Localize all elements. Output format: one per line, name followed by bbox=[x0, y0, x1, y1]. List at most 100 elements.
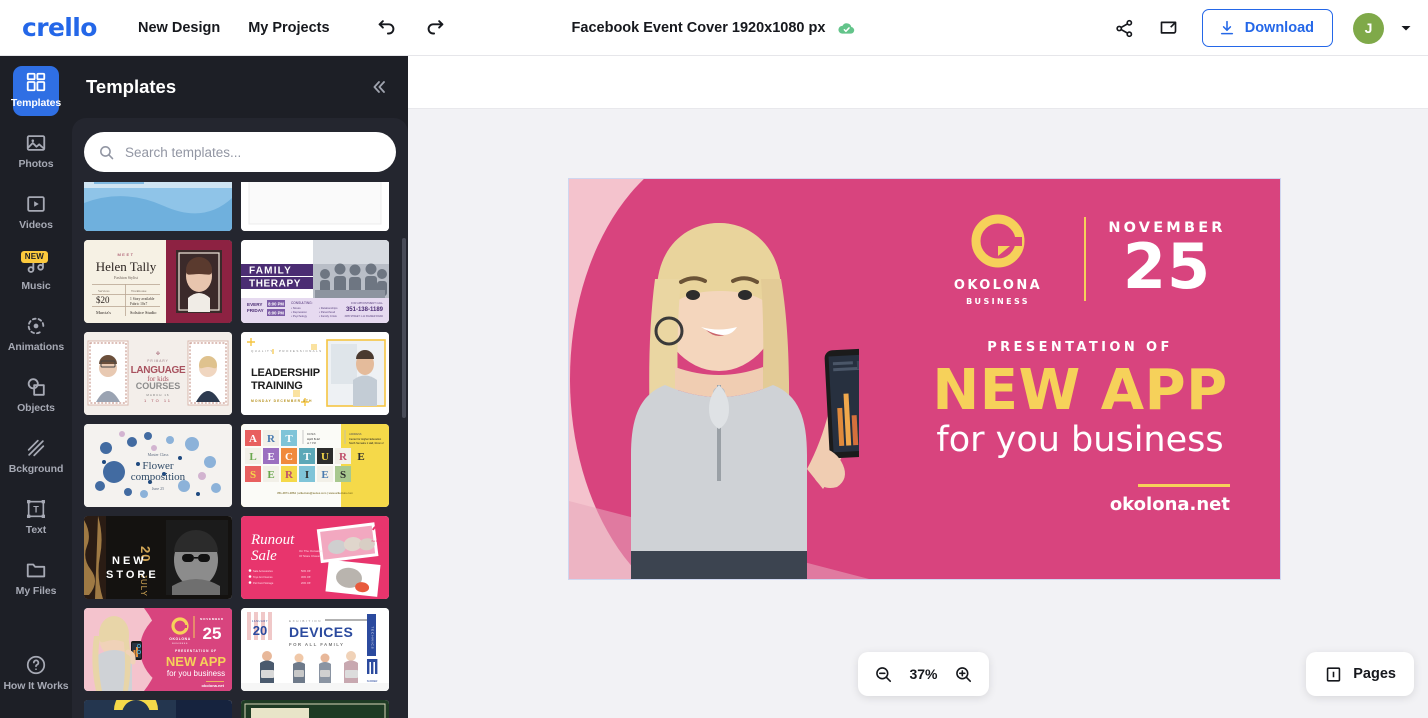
rail-item-text[interactable]: T Text bbox=[0, 487, 72, 548]
svg-text:✤: ✤ bbox=[156, 351, 160, 357]
svg-text:MARCH 16: MARCH 16 bbox=[146, 393, 169, 397]
redo-icon[interactable] bbox=[420, 13, 450, 43]
canvas-date-block: NOVEMBER 25 bbox=[1102, 220, 1232, 297]
present-frame-icon[interactable] bbox=[1154, 13, 1184, 43]
zoom-control: 37% bbox=[858, 652, 989, 696]
panel-body: MEET Helen Tally Fashion Stylist Service… bbox=[72, 118, 408, 718]
rail-label-templates: Templates bbox=[10, 97, 62, 110]
search-input[interactable] bbox=[125, 144, 382, 160]
nav-my-projects[interactable]: My Projects bbox=[248, 20, 329, 36]
crello-logo[interactable]: crello bbox=[22, 15, 97, 40]
svg-text:DEVICES: DEVICES bbox=[289, 624, 353, 640]
svg-text:20: 20 bbox=[253, 623, 267, 638]
chevron-down-icon[interactable] bbox=[1398, 20, 1414, 36]
svg-text:NOVEMBER: NOVEMBER bbox=[200, 617, 224, 621]
templates-scroll-area[interactable]: MEET Helen Tally Fashion Stylist Service… bbox=[72, 182, 408, 718]
rail-label-my-files: My Files bbox=[15, 585, 57, 598]
document-title[interactable]: Facebook Event Cover 1920x1080 px bbox=[572, 20, 826, 36]
svg-text:1 Story available: 1 Story available bbox=[130, 297, 155, 301]
template-card-blue-abstract[interactable] bbox=[84, 182, 232, 231]
template-card-family-therapy[interactable]: FAMILY THERAPY EVERY FRIDAY 8:00 PM 6:00… bbox=[241, 240, 389, 323]
pages-button[interactable]: Pages bbox=[1306, 652, 1414, 696]
template-card-new-store[interactable]: 20 JULY NEW STORE bbox=[84, 516, 232, 599]
svg-text:T: T bbox=[303, 451, 311, 463]
svg-text:6:00 PM: 6:00 PM bbox=[268, 311, 284, 316]
rail-label-videos: Videos bbox=[19, 219, 53, 232]
top-header: crello New Design My Projects Facebook E… bbox=[0, 0, 1428, 56]
svg-text:PRESENTATION OF: PRESENTATION OF bbox=[175, 649, 217, 653]
template-card-green-patricks[interactable]: GREEN MAR ✦ ✦ ✦ ✦ 17 THE LUCKIEST DAY OF… bbox=[241, 700, 389, 718]
template-card-language-courses[interactable]: ✤ PRIMARY LANGUAGE for kids COURSES MARC… bbox=[84, 332, 232, 415]
search-icon bbox=[98, 144, 115, 161]
svg-text:Master Class: Master Class bbox=[148, 452, 169, 457]
svg-text:351-138-1189: 351-138-1189 bbox=[346, 307, 384, 313]
double-chevron-left-icon[interactable] bbox=[368, 76, 390, 98]
svg-text:ADDRESS: ADDRESS bbox=[349, 432, 362, 436]
canvas-kicker: PRESENTATION OF bbox=[987, 340, 1173, 355]
template-card-best-event[interactable]: October - Salon 8:00 - 5:00 Appointment … bbox=[84, 700, 232, 718]
okolona-c-icon bbox=[971, 214, 1025, 268]
rail-label-objects: Objects bbox=[17, 402, 55, 415]
svg-text:TRAINING: TRAINING bbox=[251, 380, 303, 392]
rail-item-photos[interactable]: Photos bbox=[0, 121, 72, 182]
svg-text:25: 25 bbox=[203, 624, 222, 643]
svg-text:DATES: DATES bbox=[307, 432, 316, 436]
pages-icon bbox=[1324, 665, 1343, 684]
panel-scrollbar[interactable] bbox=[402, 238, 406, 418]
svg-text:E: E bbox=[357, 451, 364, 463]
share-icon[interactable] bbox=[1110, 13, 1140, 43]
svg-text:A: A bbox=[249, 433, 257, 445]
zoom-level: 37% bbox=[909, 666, 938, 682]
rail-item-templates[interactable]: Templates bbox=[0, 60, 72, 121]
canvas-text-column: OKOLONA BUSINESS NOVEMBER 25 PRESENTATIO… bbox=[902, 179, 1258, 579]
undo-icon[interactable] bbox=[372, 13, 402, 43]
svg-text:EVERY: EVERY bbox=[247, 302, 262, 307]
rail-item-videos[interactable]: Videos bbox=[0, 182, 72, 243]
template-card-art-lecture-series[interactable]: A R T L E C T U R E S E R I E S DATES Ap… bbox=[241, 424, 389, 507]
svg-text:Solstice Studio: Solstice Studio bbox=[130, 310, 157, 315]
svg-text:composition: composition bbox=[131, 471, 186, 483]
avatar[interactable]: J bbox=[1353, 12, 1384, 44]
svg-text:FOR ALL FAMILY: FOR ALL FAMILY bbox=[289, 642, 344, 647]
header-nav: New Design My Projects bbox=[138, 20, 330, 36]
search-box[interactable] bbox=[84, 132, 396, 172]
rail-item-music[interactable]: NEW Music bbox=[0, 243, 72, 304]
rail-label-music: Music bbox=[21, 280, 51, 293]
svg-text:CONSULTING:: CONSULTING: bbox=[291, 301, 313, 305]
rail-item-animations[interactable]: Animations bbox=[0, 304, 72, 365]
rail-item-how-it-works[interactable]: How It Works bbox=[0, 643, 72, 704]
download-button[interactable]: Download bbox=[1201, 9, 1333, 47]
rail-item-objects[interactable]: Objects bbox=[0, 365, 72, 426]
svg-text:$20: $20 bbox=[96, 295, 110, 305]
canvas-subheadline: for you business bbox=[936, 420, 1224, 460]
svg-text:QUALITY: QUALITY bbox=[251, 349, 274, 353]
svg-text:8:00 PM: 8:00 PM bbox=[268, 302, 284, 307]
template-card-runout-sale[interactable]: Runout Sale On The Occasion Of Store Clo… bbox=[241, 516, 389, 599]
svg-text:Fashion Stylist: Fashion Stylist bbox=[114, 275, 139, 280]
svg-text:R: R bbox=[285, 469, 294, 481]
svg-text:C: C bbox=[285, 451, 293, 463]
zoom-in-icon[interactable] bbox=[954, 665, 973, 684]
svg-text:R: R bbox=[267, 433, 276, 445]
canvas-model-photo bbox=[631, 223, 859, 579]
template-card-leadership-training[interactable]: QUALITY PROFESSIONALS LEADERSHIP TRAININ… bbox=[241, 332, 389, 415]
design-canvas[interactable]: OKOLONA BUSINESS NOVEMBER 25 PRESENTATIO… bbox=[568, 178, 1281, 580]
rail-item-my-files[interactable]: My Files bbox=[0, 548, 72, 609]
template-card-helen-tally[interactable]: MEET Helen Tally Fashion Stylist Service… bbox=[84, 240, 232, 323]
svg-text:T: T bbox=[285, 433, 293, 445]
canvas-logo-sub: BUSINESS bbox=[966, 297, 1030, 306]
template-card-new-app[interactable]: OKOLONA BUSINESS NOVEMBER 25 PRESENTATIO… bbox=[84, 608, 232, 691]
my-files-icon bbox=[25, 559, 47, 581]
rail-label-photos: Photos bbox=[18, 158, 54, 171]
svg-text:BUSINESS: BUSINESS bbox=[172, 643, 188, 645]
template-card-white-blank[interactable] bbox=[241, 182, 389, 231]
svg-text:FOR APPOINTMENT CALL: FOR APPOINTMENT CALL bbox=[351, 301, 384, 305]
rail-item-background[interactable]: Bckground bbox=[0, 426, 72, 487]
zoom-out-icon[interactable] bbox=[874, 665, 893, 684]
canvas-day: 25 bbox=[1122, 230, 1212, 304]
nav-new-design[interactable]: New Design bbox=[138, 20, 220, 36]
template-card-flower-composition[interactable]: Master Class Flower composition June 25 bbox=[84, 424, 232, 507]
templates-grid: MEET Helen Tally Fashion Stylist Service… bbox=[84, 182, 396, 718]
header-actions: Download J bbox=[1110, 0, 1414, 56]
template-card-devices[interactable]: JANUARY 20 EXHIBITION DEVICES FOR ALL FA… bbox=[241, 608, 389, 691]
